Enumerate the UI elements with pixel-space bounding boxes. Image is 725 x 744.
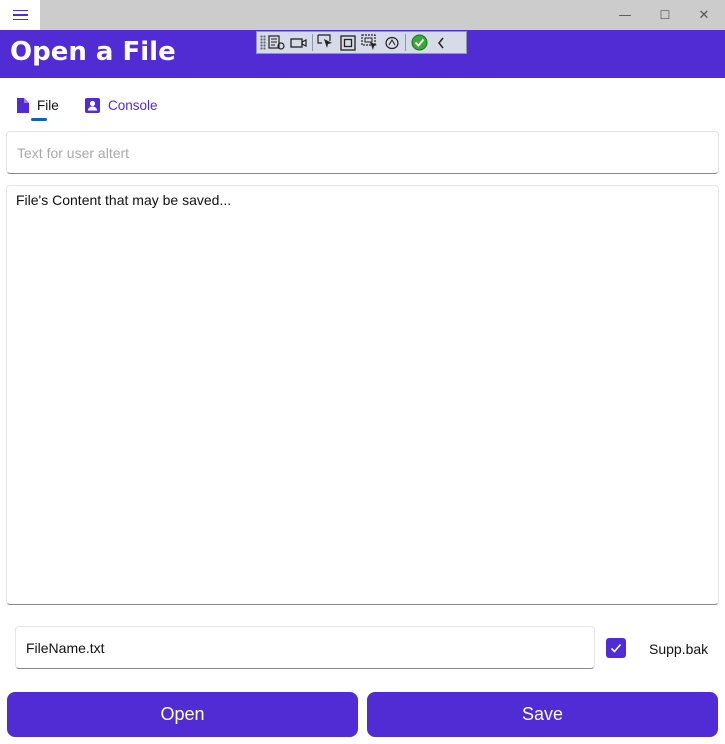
binding-failures-icon[interactable] <box>381 33 403 52</box>
display-adorners-icon[interactable] <box>337 33 359 52</box>
toolbar-separator <box>405 34 406 51</box>
accessibility-check-icon[interactable] <box>408 33 430 52</box>
tab-bar: File Console <box>0 88 725 122</box>
page-title: Open a File <box>10 37 176 67</box>
collapse-chevron-icon[interactable] <box>430 33 452 52</box>
contact-card-icon <box>85 97 100 113</box>
toolbar-separator <box>312 34 313 51</box>
select-element-icon[interactable] <box>315 33 337 52</box>
document-icon <box>17 97 29 113</box>
selected-tab-indicator <box>31 118 47 121</box>
maximize-button[interactable]: ☐ <box>644 0 686 30</box>
live-visual-tree-icon[interactable] <box>266 33 288 52</box>
minimize-button[interactable]: — <box>604 0 646 30</box>
tab-file-label: File <box>37 97 59 113</box>
save-button[interactable]: Save <box>367 692 718 737</box>
backup-checkbox[interactable] <box>606 638 626 658</box>
record-icon[interactable] <box>288 33 310 52</box>
open-button[interactable]: Open <box>7 692 358 737</box>
checkmark-icon <box>610 643 622 653</box>
tab-console-label: Console <box>108 97 158 113</box>
title-bar: — ☐ ✕ <box>0 0 725 30</box>
filename-input[interactable] <box>15 626 595 669</box>
user-alert-input[interactable] <box>6 131 719 174</box>
hamburger-menu-icon[interactable] <box>0 0 40 30</box>
close-button[interactable]: ✕ <box>683 0 725 30</box>
file-content-editor[interactable]: File's Content that may be saved... <box>6 185 719 605</box>
tab-file[interactable]: File <box>17 88 59 122</box>
xaml-debug-toolbar <box>256 31 467 54</box>
backup-checkbox-label: Supp.bak <box>649 641 709 657</box>
tab-console[interactable]: Console <box>85 88 158 122</box>
track-focus-icon[interactable] <box>359 33 381 52</box>
